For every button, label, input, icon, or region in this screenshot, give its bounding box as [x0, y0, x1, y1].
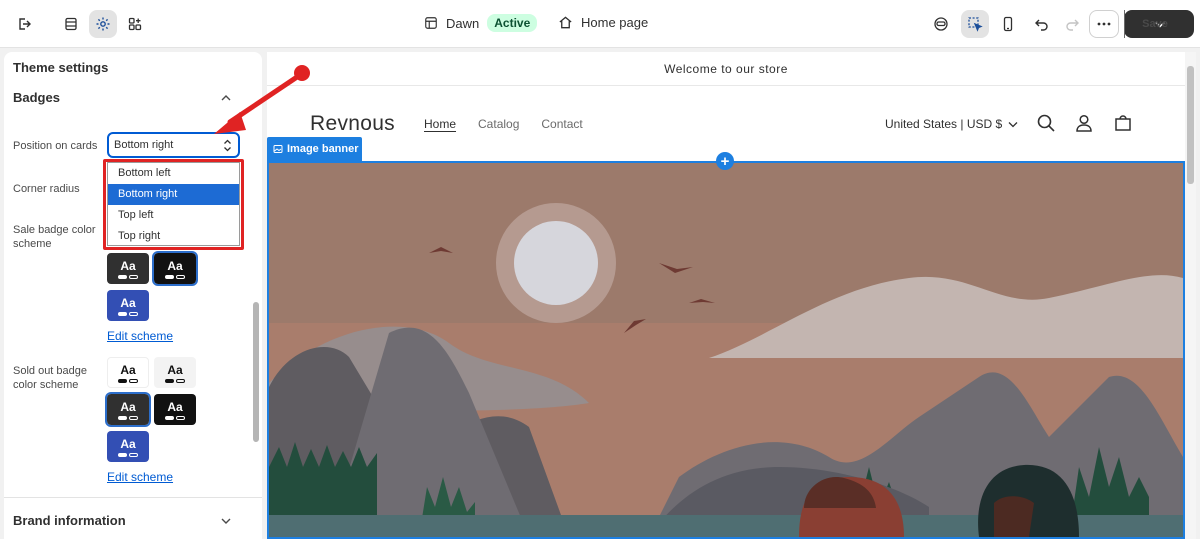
- sale-badge-label-line2: scheme: [13, 238, 52, 250]
- color-scheme-swatch[interactable]: Aa: [107, 253, 149, 284]
- ellipsis-icon: [1097, 22, 1111, 26]
- more-actions-button[interactable]: [1089, 10, 1119, 38]
- inspector-icon[interactable]: [961, 10, 989, 38]
- add-section-icon[interactable]: +: [716, 152, 734, 170]
- image-banner[interactable]: [267, 161, 1185, 539]
- page-name: Home page: [581, 15, 649, 30]
- announcement-bar: Welcome to our store: [267, 52, 1185, 86]
- color-scheme-swatch[interactable]: Aa: [107, 431, 149, 462]
- save-label: Save: [1142, 18, 1168, 30]
- banner-illustration: [269, 163, 1183, 537]
- chevron-down-icon[interactable]: [220, 513, 232, 531]
- corner-radius-label: Corner radius: [13, 183, 80, 195]
- theme-selector[interactable]: Dawn Active: [424, 14, 538, 32]
- section-heading-badges[interactable]: Badges: [13, 90, 60, 105]
- apps-icon[interactable]: [121, 10, 149, 38]
- save-button[interactable]: Save: [1124, 10, 1194, 38]
- sale-badge-label-line1: Sale badge color: [13, 224, 96, 236]
- home-icon: [559, 16, 572, 29]
- panel-scrollbar[interactable]: [253, 302, 259, 442]
- country-selector[interactable]: United States | USD $: [885, 117, 1018, 131]
- search-icon[interactable]: [1036, 113, 1056, 138]
- theme-name: Dawn: [446, 15, 480, 31]
- page-selector[interactable]: Home page: [558, 15, 648, 30]
- color-scheme-swatch[interactable]: Aa: [154, 394, 196, 425]
- color-scheme-swatch[interactable]: Aa: [107, 290, 149, 321]
- layout-icon: [425, 17, 437, 29]
- swatch-text: Aa: [167, 362, 183, 377]
- mobile-preview-icon[interactable]: [994, 10, 1022, 38]
- preview-scrollbar[interactable]: [1187, 66, 1194, 184]
- edit-scheme-link[interactable]: Edit scheme: [107, 329, 173, 343]
- color-scheme-swatch[interactable]: Aa: [154, 357, 196, 388]
- nav-link-home[interactable]: Home: [424, 117, 456, 131]
- swatch-text: Aa: [167, 399, 183, 414]
- color-scheme-swatch-selected[interactable]: Aa: [152, 251, 198, 286]
- highlight-box: [103, 159, 244, 250]
- color-scheme-swatch[interactable]: Aa: [107, 357, 149, 388]
- nav-link-catalog[interactable]: Catalog: [478, 117, 519, 131]
- position-select-value: Bottom right: [114, 139, 174, 151]
- swatch-text: Aa: [120, 295, 136, 310]
- section-divider: [4, 497, 262, 498]
- redo-icon[interactable]: [1058, 10, 1086, 38]
- account-icon[interactable]: [1074, 113, 1094, 138]
- editor-topbar: Dawn Active Home page Save: [0, 0, 1200, 48]
- sections-icon[interactable]: [57, 10, 85, 38]
- store-logo[interactable]: Revnous: [310, 112, 395, 136]
- chevron-down-icon: [1008, 121, 1018, 127]
- color-scheme-swatch-selected[interactable]: Aa: [105, 392, 151, 427]
- exit-icon[interactable]: [10, 10, 38, 38]
- sold-out-label-line1: Sold out badge: [13, 365, 88, 377]
- undo-icon[interactable]: [1028, 10, 1056, 38]
- position-label: Position on cards: [13, 140, 98, 152]
- swatch-text: Aa: [120, 362, 136, 377]
- store-nav: Home Catalog Contact: [424, 117, 583, 131]
- swatch-text: Aa: [167, 258, 183, 273]
- section-heading-brand[interactable]: Brand information: [13, 513, 126, 528]
- cart-icon[interactable]: [1113, 113, 1133, 138]
- nav-link-contact[interactable]: Contact: [541, 117, 582, 131]
- swatch-text: Aa: [120, 399, 136, 414]
- edit-scheme-link[interactable]: Edit scheme: [107, 470, 173, 484]
- swatch-text: Aa: [120, 436, 136, 451]
- country-label: United States | USD $: [885, 117, 1003, 131]
- status-badge: Active: [487, 14, 538, 32]
- annotation-arrow: [214, 65, 310, 134]
- sidekick-icon[interactable]: [927, 10, 955, 38]
- theme-settings-icon[interactable]: [89, 10, 117, 38]
- sold-out-label-line2: color scheme: [13, 379, 79, 391]
- store-preview: Welcome to our store Revnous Home Catalo…: [267, 52, 1196, 539]
- swatch-text: Aa: [120, 258, 136, 273]
- panel-title: Theme settings: [13, 60, 109, 75]
